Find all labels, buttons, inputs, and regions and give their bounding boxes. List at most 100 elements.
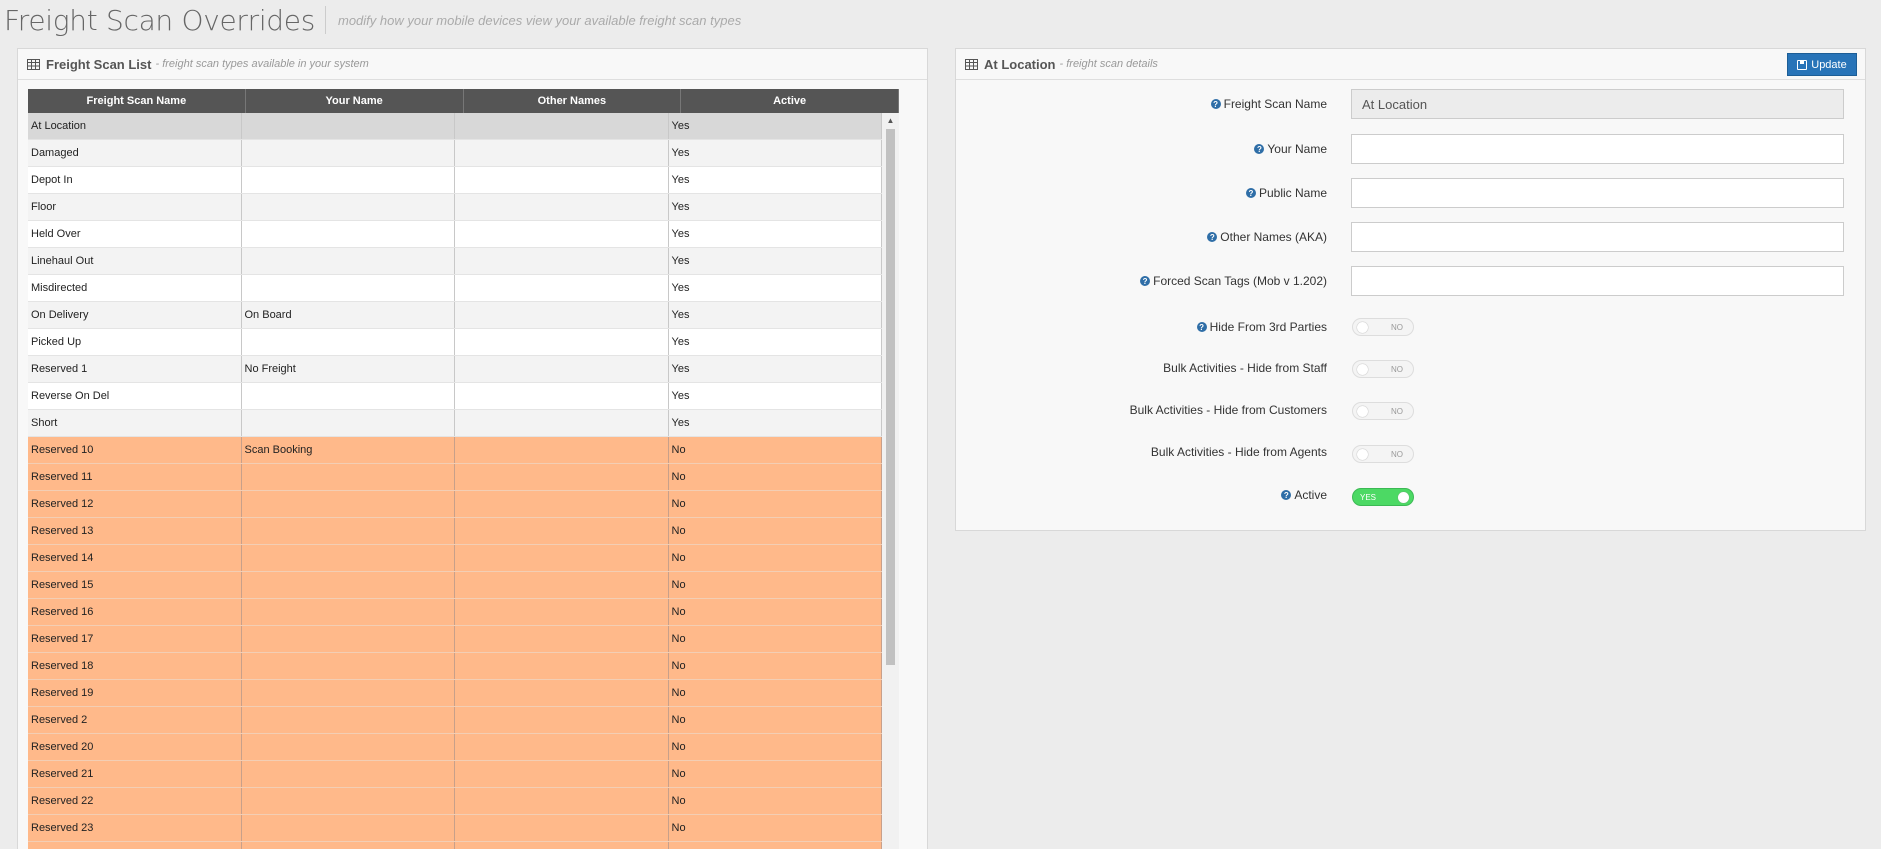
cell-active: Yes — [669, 194, 882, 220]
table-row[interactable]: Misdirected Yes — [28, 275, 882, 302]
toggle-knob — [1357, 364, 1368, 375]
cell-active: Yes — [669, 275, 882, 301]
cell-active: No — [669, 572, 882, 598]
bulk-staff-toggle[interactable]: NO — [1352, 360, 1414, 378]
table-row[interactable]: Reserved 23 No — [28, 815, 882, 842]
your-name-field[interactable] — [1351, 134, 1844, 164]
table-row[interactable]: Reserved 1 No Freight Yes — [28, 356, 882, 383]
cell-active: No — [669, 815, 882, 841]
cell-your-name — [242, 734, 455, 760]
scroll-up-icon[interactable]: ▲ — [882, 113, 899, 127]
cell-your-name — [242, 383, 455, 409]
form-row-bulk-customers: Bulk Activities - Hide from Customers NO — [956, 395, 1867, 425]
table-row[interactable]: Reserved 16 No — [28, 599, 882, 626]
table-row[interactable]: Reserved 11 No — [28, 464, 882, 491]
cell-other-names — [455, 464, 669, 490]
detail-panel-subtitle: - freight scan details — [1059, 58, 1158, 70]
cell-active — [669, 842, 882, 849]
cell-freight-scan-name: Misdirected — [28, 275, 242, 301]
cell-freight-scan-name: Reserved 22 — [28, 788, 242, 814]
update-button[interactable]: Update — [1787, 53, 1857, 76]
cell-freight-scan-name: Reserved 10 — [28, 437, 242, 463]
table-row[interactable]: Reserved 12 No — [28, 491, 882, 518]
help-icon[interactable]: ? — [1245, 188, 1256, 198]
help-icon[interactable]: ? — [1210, 99, 1221, 109]
table-row[interactable]: Reserved 17 No — [28, 626, 882, 653]
table-row[interactable]: At Location Yes — [28, 113, 882, 140]
form-row-bulk-agents: Bulk Activities - Hide from Agents NO — [956, 437, 1867, 467]
cell-other-names — [455, 194, 669, 220]
scroll-down-icon[interactable]: ▼ — [882, 845, 899, 849]
cell-other-names — [455, 518, 669, 544]
cell-active: Yes — [669, 221, 882, 247]
table-row[interactable]: Held Over Yes — [28, 221, 882, 248]
cell-other-names — [455, 167, 669, 193]
cell-active: Yes — [669, 329, 882, 355]
table-row[interactable]: Damaged Yes — [28, 140, 882, 167]
table-row[interactable]: On Delivery On Board Yes — [28, 302, 882, 329]
form-row-other-names: ? Other Names (AKA) — [956, 222, 1867, 252]
cell-your-name — [242, 410, 455, 436]
table-scrollbar[interactable]: ▲ ▼ — [882, 113, 899, 849]
forced-scan-tags-field[interactable] — [1351, 266, 1844, 296]
cell-your-name — [242, 329, 455, 355]
help-icon[interactable]: ? — [1207, 232, 1218, 242]
table-row[interactable]: Reserved 2 No — [28, 707, 882, 734]
help-icon[interactable]: ? — [1254, 144, 1265, 154]
bulk-agents-toggle[interactable]: NO — [1352, 445, 1414, 463]
table-row[interactable]: Reserved 15 No — [28, 572, 882, 599]
freight-scan-name-field: At Location — [1351, 89, 1844, 119]
cell-other-names — [455, 599, 669, 625]
cell-your-name — [242, 815, 455, 841]
table-row[interactable]: Picked Up Yes — [28, 329, 882, 356]
table-row[interactable]: Depot In Yes — [28, 167, 882, 194]
table-row[interactable] — [28, 842, 882, 849]
help-icon[interactable]: ? — [1140, 276, 1151, 286]
freight-scan-table: Freight Scan Name Your Name Other Names … — [28, 89, 899, 849]
cell-active: No — [669, 437, 882, 463]
cell-your-name — [242, 140, 455, 166]
table-row[interactable]: Floor Yes — [28, 194, 882, 221]
cell-other-names — [455, 302, 669, 328]
bulk-agents-label: Bulk Activities - Hide from Agents — [1150, 445, 1327, 459]
column-header-active[interactable]: Active — [681, 89, 899, 113]
hide-3rd-parties-toggle[interactable]: NO — [1352, 318, 1414, 336]
table-row[interactable]: Linehaul Out Yes — [28, 248, 882, 275]
cell-freight-scan-name: Damaged — [28, 140, 242, 166]
table-row[interactable]: Reserved 22 No — [28, 788, 882, 815]
cell-active: No — [669, 626, 882, 652]
help-icon[interactable]: ? — [1281, 490, 1292, 500]
table-row[interactable]: Reserved 18 No — [28, 653, 882, 680]
cell-freight-scan-name: Reserved 20 — [28, 734, 242, 760]
table-row[interactable]: Reserved 10 Scan Booking No — [28, 437, 882, 464]
cell-your-name — [242, 653, 455, 679]
table-row[interactable]: Reserved 13 No — [28, 518, 882, 545]
table-row[interactable]: Reserved 20 No — [28, 734, 882, 761]
toggle-knob — [1357, 449, 1368, 460]
page-subtitle: modify how your mobile devices view your… — [338, 12, 742, 28]
cell-active: No — [669, 707, 882, 733]
freight-scan-details-panel: At Location - freight scan details Updat… — [955, 48, 1866, 531]
column-header-freight-scan-name[interactable]: Freight Scan Name — [28, 89, 246, 113]
cell-active: No — [669, 518, 882, 544]
help-icon[interactable]: ? — [1196, 322, 1207, 332]
public-name-field[interactable] — [1351, 178, 1844, 208]
table-icon — [965, 58, 978, 70]
forced-scan-tags-label: Forced Scan Tags (Mob v 1.202) — [1153, 274, 1327, 288]
table-row[interactable]: Reserved 14 No — [28, 545, 882, 572]
table-row[interactable]: Reserved 21 No — [28, 761, 882, 788]
your-name-label: Your Name — [1267, 142, 1327, 156]
table-row[interactable]: Reverse On Del Yes — [28, 383, 882, 410]
bulk-customers-toggle[interactable]: NO — [1352, 402, 1414, 420]
cell-active: No — [669, 734, 882, 760]
active-toggle[interactable]: YES — [1352, 488, 1414, 506]
cell-other-names — [455, 437, 669, 463]
table-row[interactable]: Reserved 19 No — [28, 680, 882, 707]
column-header-other-names[interactable]: Other Names — [464, 89, 682, 113]
table-row[interactable]: Short Yes — [28, 410, 882, 437]
cell-other-names — [455, 113, 669, 139]
cell-active: Yes — [669, 113, 882, 139]
column-header-your-name[interactable]: Your Name — [246, 89, 464, 113]
other-names-field[interactable] — [1351, 222, 1844, 252]
scrollbar-thumb[interactable] — [886, 129, 895, 665]
